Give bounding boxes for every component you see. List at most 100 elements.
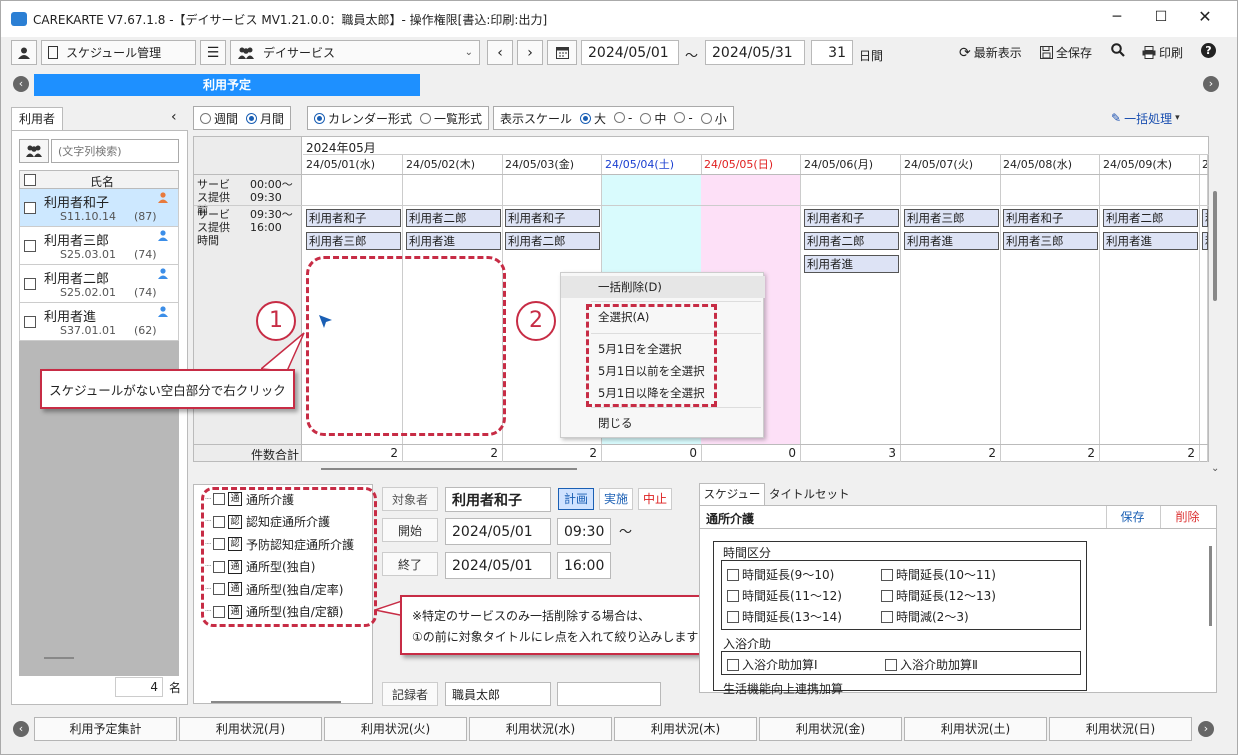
bottom-tab[interactable]: 利用状況(水) — [469, 717, 612, 741]
radio-calendar[interactable]: カレンダー形式 — [314, 110, 412, 127]
schedule-item[interactable]: 利用者三郎 — [904, 209, 999, 227]
schedule-item[interactable]: 利用者進 — [406, 232, 501, 250]
time-option[interactable]: 時間延長(13～14) — [727, 608, 842, 625]
user-checkbox[interactable] — [24, 240, 36, 252]
date-header[interactable]: 24/05/08(水) — [1000, 155, 1100, 174]
radio-list[interactable]: 一覧形式 — [420, 110, 482, 127]
bottom-tab[interactable]: 利用状況(金) — [759, 717, 902, 741]
schedule-item[interactable]: 利用者和子 — [505, 209, 600, 227]
close-button[interactable]: ✕ — [1193, 7, 1217, 29]
time-option[interactable]: 時間減(2～3) — [881, 608, 969, 625]
tab-usage-plan[interactable]: 利用予定 — [34, 74, 420, 96]
collapse-panel-button[interactable]: ‹ — [171, 109, 177, 125]
schedule-item[interactable]: 利用者二郎 — [406, 209, 501, 227]
tab-users[interactable]: 利用者 — [11, 107, 63, 131]
user-checkbox[interactable] — [24, 202, 36, 214]
refresh-button[interactable]: ⟳ 最新表示 — [959, 44, 1022, 61]
menu-bulk-delete[interactable]: 一括削除(D) — [561, 276, 765, 298]
select-all-checkbox[interactable] — [24, 174, 36, 186]
cancel-toggle[interactable]: 中止 — [638, 488, 672, 510]
calendar-button[interactable] — [547, 40, 577, 65]
schedule-item[interactable]: 利用者和子 — [804, 209, 899, 227]
right-panel-vscroll[interactable] — [1209, 546, 1212, 626]
user-icon-button[interactable] — [11, 40, 37, 65]
bath-option-1[interactable]: 入浴介助加算Ⅰ — [727, 656, 818, 673]
end-date[interactable]: 2024/05/01 — [445, 552, 551, 579]
save-all-button[interactable]: 全保存 — [1040, 44, 1092, 61]
end-time[interactable]: 16:00 — [557, 552, 611, 579]
start-date[interactable]: 2024/05/01 — [445, 518, 551, 545]
date-to-input[interactable]: 2024/05/31 — [705, 40, 805, 65]
radio-dash2[interactable]: - — [674, 111, 693, 125]
recorder-name[interactable]: 職員太郎 — [445, 682, 551, 706]
time-option-checkbox[interactable] — [881, 589, 893, 602]
schedule-item[interactable]: 利用者和子 — [1003, 209, 1098, 227]
time-option[interactable]: 時間延長(12～13) — [881, 587, 996, 604]
prev-button[interactable]: ‹ — [487, 40, 513, 65]
tab-prev-button[interactable]: ‹ — [13, 76, 29, 92]
date-header[interactable]: 24/05/09(木) — [1100, 155, 1200, 174]
date-header[interactable]: 24/05/10(金) — [1199, 155, 1208, 174]
user-checkbox[interactable] — [24, 316, 36, 328]
bottom-next-button[interactable]: › — [1198, 721, 1214, 737]
time-option-checkbox[interactable] — [881, 568, 893, 581]
menu-close[interactable]: 閉じる — [561, 412, 765, 434]
schedule-item[interactable]: 利 — [1202, 209, 1208, 227]
bottom-tab[interactable]: 利用状況(月) — [179, 717, 322, 741]
schedule-item[interactable]: 利用者三郎 — [306, 232, 401, 250]
recorder-extra[interactable] — [557, 682, 661, 706]
days-input[interactable]: 31 — [811, 40, 853, 65]
user-row[interactable]: 利用者進 S37.01.01 (62) — [19, 303, 179, 341]
user-row[interactable]: 利用者和子 S11.10.14 (87) — [19, 189, 179, 227]
search-button[interactable] — [1111, 43, 1125, 60]
time-option-checkbox[interactable] — [727, 589, 739, 602]
user-search-input[interactable] — [51, 139, 179, 163]
time-option[interactable]: 時間延長(11～12) — [727, 587, 842, 604]
radio-dash1[interactable]: - — [614, 111, 632, 125]
bottom-tab[interactable]: 利用予定集計 — [34, 717, 177, 741]
radio-large[interactable]: 大 — [580, 110, 606, 127]
schedule-item[interactable]: 利用者二郎 — [1103, 209, 1198, 227]
user-checkbox[interactable] — [24, 278, 36, 290]
list-menu-button[interactable]: ☰ — [200, 40, 226, 65]
date-header[interactable]: 24/05/01(水) — [303, 155, 403, 174]
time-option-checkbox[interactable] — [727, 568, 739, 581]
plan-toggle[interactable]: 計画 — [558, 488, 594, 510]
time-option-checkbox[interactable] — [881, 610, 893, 623]
actual-toggle[interactable]: 実施 — [599, 488, 633, 510]
calendar-scroll-down-icon[interactable]: ⌄ — [1211, 463, 1219, 474]
date-header[interactable]: 24/05/02(木) — [403, 155, 503, 174]
print-button[interactable]: 印刷 — [1142, 44, 1183, 61]
service-select[interactable]: デイサービス ⌄ — [230, 40, 480, 65]
tab-next-button[interactable]: › — [1203, 76, 1219, 92]
time-option[interactable]: 時間延長(9～10) — [727, 566, 834, 583]
screen-select[interactable]: スケジュール管理 — [41, 40, 196, 65]
schedule-item[interactable]: 利用者二郎 — [505, 232, 600, 250]
next-button[interactable]: › — [517, 40, 543, 65]
date-header[interactable]: 24/05/07(火) — [901, 155, 1001, 174]
minimize-button[interactable]: ─ — [1105, 9, 1129, 29]
bottom-tab[interactable]: 利用状況(土) — [904, 717, 1047, 741]
bulk-process-button[interactable]: ✎ 一括処理 ▾ — [1111, 107, 1180, 129]
right-save-button[interactable]: 保存 — [1106, 506, 1158, 528]
time-option-checkbox[interactable] — [727, 610, 739, 623]
radio-weekly[interactable]: 週間 — [200, 110, 238, 127]
user-list-scroll[interactable] — [44, 657, 74, 659]
bath-option-2[interactable]: 入浴介助加算Ⅱ — [885, 656, 978, 673]
bottom-tab[interactable]: 利用状況(日) — [1049, 717, 1192, 741]
date-header[interactable]: 24/05/03(金) — [502, 155, 602, 174]
date-header[interactable]: 24/05/06(月) — [801, 155, 901, 174]
date-header[interactable]: 24/05/05(日) — [701, 155, 801, 174]
date-header[interactable]: 24/05/04(土) — [602, 155, 702, 174]
bottom-tab[interactable]: 利用状況(火) — [324, 717, 467, 741]
schedule-item[interactable]: 利用者二郎 — [804, 232, 899, 250]
tree-hscroll[interactable] — [211, 701, 341, 703]
date-from-input[interactable]: 2024/05/01 — [581, 40, 679, 65]
user-row[interactable]: 利用者三郎 S25.03.01 (74) — [19, 227, 179, 265]
schedule-item[interactable]: 利用者和子 — [306, 209, 401, 227]
tab-schedule[interactable]: スケジュール — [699, 483, 765, 521]
schedule-item[interactable]: 利用者進 — [1103, 232, 1198, 250]
bottom-prev-button[interactable]: ‹ — [13, 721, 29, 737]
tab-title-set[interactable]: タイトルセット — [769, 485, 850, 505]
schedule-item[interactable]: 利 — [1202, 232, 1208, 250]
